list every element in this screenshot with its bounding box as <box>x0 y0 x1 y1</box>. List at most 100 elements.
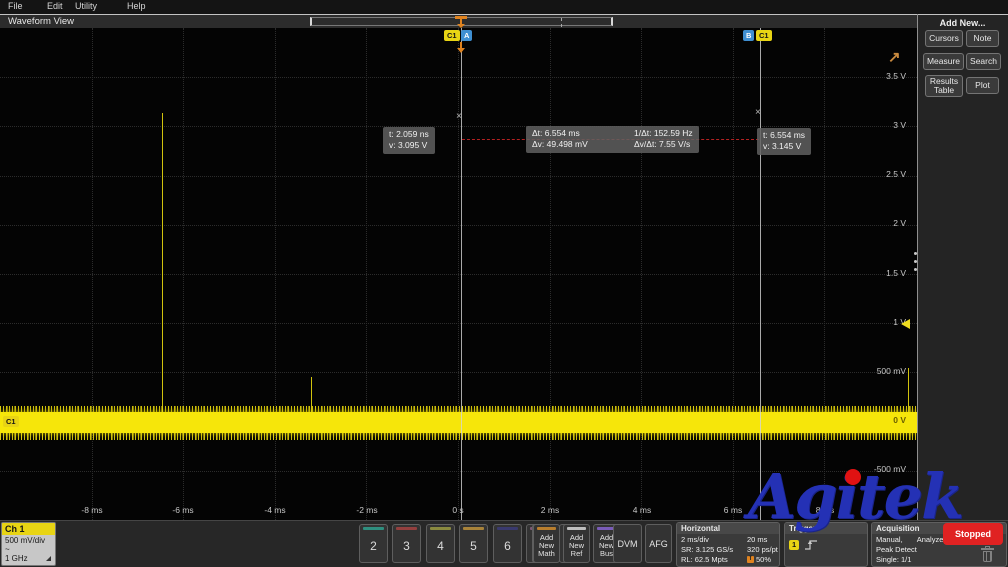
cursor-b-voltage: v: 3.145 V <box>763 141 805 152</box>
bandwidth-icon <box>46 556 51 561</box>
waveform-trace-noise-bottom <box>0 433 917 440</box>
channel-6-button[interactable]: 6 <box>493 524 522 563</box>
cursor-a-channel-badge[interactable]: C1 <box>444 30 460 41</box>
cursor-a-handle-icon[interactable]: × <box>456 111 462 122</box>
grid-line <box>0 274 917 275</box>
menu-item-utility[interactable]: Utility <box>75 1 97 11</box>
x-axis-label: -4 ms <box>264 505 285 515</box>
note-button[interactable]: Note <box>966 30 999 47</box>
cursor-a-line[interactable] <box>461 28 462 520</box>
channel-3-button[interactable]: 3 <box>392 524 421 563</box>
coupling-icon: ~ <box>5 546 52 554</box>
cursor-a-time: t: 2.059 ns <box>389 129 429 140</box>
sample-interval: 320 ps/pt <box>747 545 780 555</box>
panel-drag-handle[interactable] <box>914 252 917 271</box>
trigger-level-arrow[interactable] <box>901 319 910 329</box>
x-axis-label: 6 ms <box>724 505 742 515</box>
channel-1-title: Ch 1 <box>2 523 55 535</box>
delta-voltage: Δv: 49.498 mV <box>532 139 624 150</box>
add-new-panel: Add New... Cursors Note Measure Search R… <box>917 14 1008 520</box>
graticule <box>0 28 917 520</box>
trigger-source-badge: 1 <box>789 540 799 550</box>
menu-item-file[interactable]: File <box>8 1 23 11</box>
tab-waveform-view[interactable]: Waveform View <box>8 16 74 27</box>
cursor-b-handle-icon[interactable]: × <box>755 107 761 118</box>
x-axis-label: -6 ms <box>172 505 193 515</box>
results-table-button[interactable]: Results Table <box>925 75 963 97</box>
grid-line <box>0 471 917 472</box>
horizontal-scale: 2 ms/div <box>681 535 747 545</box>
cursor-b-line[interactable] <box>760 28 761 520</box>
add-new-math-button[interactable]: Add New Math <box>533 524 560 563</box>
x-axis-label: 4 ms <box>633 505 651 515</box>
y-axis-label: 2 V <box>893 218 906 228</box>
noise-spike <box>311 377 312 412</box>
y-axis-label: -500 mV <box>874 464 906 474</box>
channel-2-button[interactable]: 2 <box>359 524 388 563</box>
dvm-button[interactable]: DVM <box>613 524 642 563</box>
cursor-a-badge[interactable]: A <box>461 30 472 41</box>
x-axis-label: 2 ms <box>541 505 559 515</box>
horizontal-badge[interactable]: Horizontal 2 ms/div 20 ms SR: 3.125 GS/s… <box>676 522 780 567</box>
run-stop-status-button[interactable]: Stopped <box>943 523 1003 545</box>
channel-1-bandwidth: 1 GHz <box>5 554 28 564</box>
horizontal-position: T50% <box>747 555 780 565</box>
search-button[interactable]: Search <box>966 53 1001 70</box>
bottom-bar: Ch 1 500 mV/div ~ 1 GHz 2 3 4 5 6 7 <box>0 520 1008 567</box>
horizontal-title: Horizontal <box>677 523 779 534</box>
trace-badge[interactable]: C1 <box>3 416 19 427</box>
tab-bar: Waveform View <box>0 14 918 28</box>
noise-spike <box>908 368 909 412</box>
pointer-arrow-icon: ↗ <box>888 48 901 66</box>
waveform-display[interactable]: × × C1 A B C1 t: 2.059 ns v: 3.095 V Δt:… <box>0 28 917 520</box>
menu-bar: File Edit Utility Help <box>0 0 1008 14</box>
noise-spike <box>162 113 163 412</box>
delta-time: Δt: 6.554 ms <box>532 128 624 139</box>
grid-line <box>733 28 734 520</box>
trigger-badge[interactable]: Trigger 1 <box>784 522 868 567</box>
panel-divider <box>917 14 918 520</box>
delta-freq: 1/Δt: 152.59 Hz <box>634 128 693 139</box>
y-axis-label: 3.5 V <box>886 71 906 81</box>
delta-slope: Δv/Δt: 7.55 V/s <box>634 139 693 150</box>
horizontal-window: 20 ms <box>747 535 780 545</box>
cursor-b-badge[interactable]: B <box>743 30 754 41</box>
add-new-ref-button[interactable]: Add New Ref <box>563 524 590 563</box>
cursors-button[interactable]: Cursors <box>925 30 963 47</box>
x-axis-label: -2 ms <box>356 505 377 515</box>
afg-button[interactable]: AFG <box>645 524 672 563</box>
y-axis-label: 1.5 V <box>886 268 906 278</box>
plot-button[interactable]: Plot <box>966 77 999 94</box>
menu-item-help[interactable]: Help <box>127 1 146 11</box>
y-axis-label: 3 V <box>893 120 906 130</box>
grid-line <box>550 28 551 520</box>
grid-line <box>0 323 917 324</box>
measure-button[interactable]: Measure <box>923 53 964 70</box>
grid-line <box>824 28 825 520</box>
grid-line <box>641 28 642 520</box>
waveform-trace <box>0 412 917 433</box>
cursor-b-channel-badge[interactable]: C1 <box>756 30 772 41</box>
add-new-title: Add New... <box>917 18 1008 28</box>
cursor-a-readout: t: 2.059 ns v: 3.095 V <box>383 127 435 154</box>
cursor-b-readout: t: 6.554 ms v: 3.145 V <box>757 128 811 155</box>
trash-icon[interactable] <box>980 546 996 564</box>
y-axis-label: 2.5 V <box>886 169 906 179</box>
grid-line <box>0 372 917 373</box>
menu-item-edit[interactable]: Edit <box>47 1 63 11</box>
rising-edge-icon <box>804 538 819 551</box>
trigger-title: Trigger <box>785 523 867 534</box>
channel-1-badge[interactable]: Ch 1 500 mV/div ~ 1 GHz <box>1 522 56 566</box>
cursor-b-time: t: 6.554 ms <box>763 130 805 141</box>
cursor-delta-readout: Δt: 6.554 ms 1/Δt: 152.59 Hz Δv: 49.498 … <box>526 126 699 153</box>
record-length: RL: 62.5 Mpts <box>681 555 747 565</box>
acquisition-info-right: Analyze <box>917 535 944 545</box>
channel-4-button[interactable]: 4 <box>426 524 455 563</box>
ruler-tick <box>561 18 562 27</box>
y-axis-label: 500 mV <box>877 366 906 376</box>
channel-1-scale: 500 mV/div <box>5 536 52 546</box>
trigger-marker-arrow-icon <box>457 48 465 53</box>
trigger-position-marker-arrow-icon <box>457 24 465 28</box>
channel-5-button[interactable]: 5 <box>459 524 488 563</box>
sample-rate: SR: 3.125 GS/s <box>681 545 747 555</box>
